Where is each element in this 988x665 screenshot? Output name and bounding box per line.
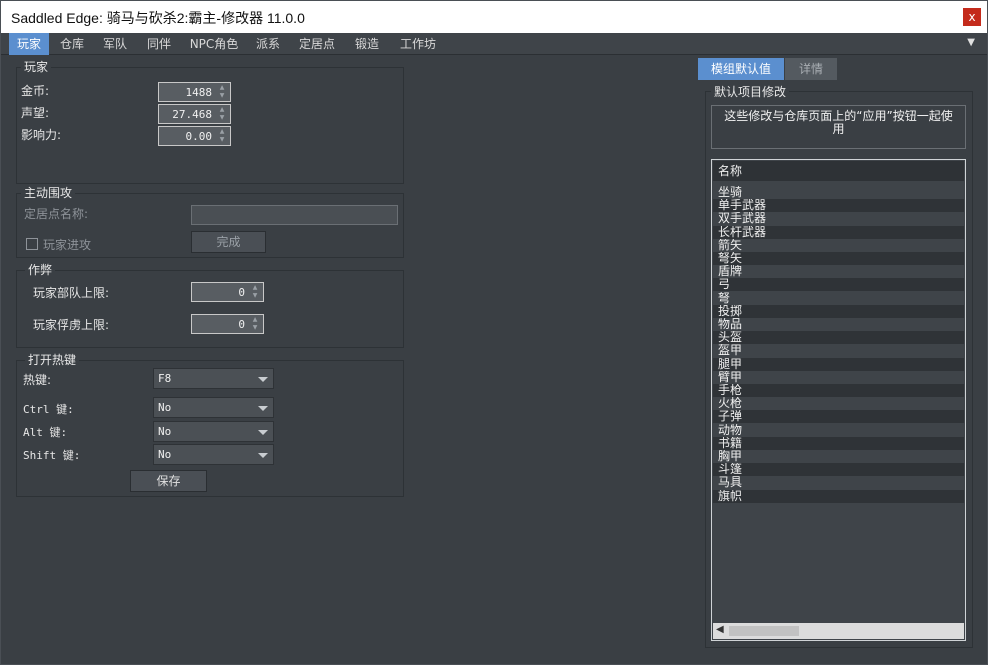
list-item[interactable]: 盔甲 [713,344,964,357]
list-item[interactable]: 箭矢 [713,239,964,252]
list-item[interactable]: 斗篷 [713,463,964,477]
player-attack-checkbox[interactable] [26,238,38,250]
list-item[interactable]: 臂甲 [713,371,964,384]
list-item[interactable]: 马具 [713,476,964,489]
renown-stepper-arrows-icon[interactable]: ▲ ▼ [216,106,228,122]
tab-companions[interactable]: 同伴 [140,33,178,55]
list-header-name[interactable]: 名称 [713,161,964,181]
gold-value: 1488 [185,86,213,99]
horizontal-scrollbar[interactable]: ◀ [713,623,964,639]
influence-stepper[interactable]: 0.00 ▲ ▼ [158,126,231,146]
alt-key-label: Alt 键: [23,426,68,439]
chevron-down-icon [258,377,268,382]
gold-stepper[interactable]: 1488 ▲ ▼ [158,82,231,102]
list-item[interactable]: 弩矢 [713,252,964,265]
gold-label: 金币: [21,84,50,98]
player-group-title: 玩家 [21,58,52,75]
list-item[interactable]: 盾牌 [713,265,964,278]
prisoner-limit-stepper[interactable]: 0 ▲ ▼ [191,314,264,334]
influence-stepper-arrows-icon[interactable]: ▲ ▼ [216,128,228,144]
scroll-thumb[interactable] [729,626,799,636]
prisoner-limit-stepper-arrows-icon[interactable]: ▲ ▼ [249,316,261,332]
shift-key-label: Shift 键: [23,449,81,462]
settlement-name-field[interactable] [191,205,398,225]
gold-stepper-arrows-icon[interactable]: ▲ ▼ [216,84,228,100]
done-button[interactable]: 完成 [191,231,266,253]
tab-warehouse[interactable]: 仓库 [53,33,91,55]
items-listbox[interactable]: 名称 坐骑 单手武器 双手武器 长杆武器 箭矢 弩矢 盾牌弓弩投掷 物品 头盔 盔甲 腿甲 臂甲 手枪火… [711,159,966,641]
list-item[interactable]: 书籍 [713,436,964,450]
apply-note-line2: 用 [832,122,845,136]
tab-details[interactable]: 详情 [785,58,837,80]
list-item[interactable]: 动物 [713,424,964,437]
list-item[interactable]: 弩 [713,292,964,305]
alt-key-select[interactable]: No [153,421,274,442]
siege-group-title: 主动围攻 [21,184,76,201]
hotkey-group-title: 打开热键 [25,351,80,368]
alt-key-select-value: No [158,425,172,438]
scroll-left-icon[interactable]: ◀ [716,624,724,635]
list-item[interactable]: 双手武器 [713,212,964,225]
hotkey-select[interactable]: F8 [153,368,274,389]
main-window: Saddled Edge: 骑马与砍杀2:霸主-修改器 11.0.0 x 玩家 … [0,0,988,665]
tab-npc[interactable]: NPC角色 [185,33,243,55]
ctrl-key-select-value: No [158,401,172,414]
list-item[interactable]: 弓 [713,278,964,292]
list-item[interactable]: 头盔 [713,331,964,345]
list-item[interactable]: 手枪 [713,384,964,397]
influence-value: 0.00 [185,130,213,143]
party-limit-stepper[interactable]: 0 ▲ ▼ [191,282,264,302]
list-item[interactable]: 投掷 [713,304,964,318]
renown-stepper[interactable]: 27.468 ▲ ▼ [158,104,231,124]
tab-bar: 玩家 仓库 军队 同伴 NPC角色 派系 定居点 锻造 工作坊 ▼ [1,33,987,55]
player-attack-label: 玩家进攻 [43,238,92,252]
list-item[interactable]: 腿甲 [713,357,964,371]
window-title: Saddled Edge: 骑马与砍杀2:霸主-修改器 11.0.0 [11,10,305,26]
renown-value: 27.468 [172,108,212,121]
list-item[interactable]: 长杆武器 [713,225,964,239]
tab-settlements[interactable]: 定居点 [293,33,341,55]
shift-key-select[interactable]: No [153,444,274,465]
apply-note-box: 这些修改与仓库页面上的“应用”按钮一起使 用 [711,105,966,149]
party-limit-stepper-arrows-icon[interactable]: ▲ ▼ [249,284,261,300]
tab-dropdown-icon[interactable]: ▼ [967,37,975,48]
title-bar: Saddled Edge: 骑马与砍杀2:霸主-修改器 11.0.0 x [1,1,987,33]
apply-note-text: 这些修改与仓库页面上的“应用”按钮一起使 用 [712,110,965,136]
default-items-title: 默认项目修改 [711,83,790,100]
chevron-down-icon [258,406,268,411]
save-button[interactable]: 保存 [130,470,207,492]
list-item[interactable]: 火枪 [713,397,964,410]
list-item[interactable]: 旗帜 [713,489,964,503]
tab-smithing[interactable]: 锻造 [348,33,386,55]
cheats-group-title: 作弊 [25,261,56,278]
settlement-name-label: 定居点名称: [24,207,89,221]
shift-key-select-value: No [158,448,172,461]
ctrl-key-select[interactable]: No [153,397,274,418]
renown-label: 声望: [21,106,50,120]
ctrl-key-label: Ctrl 键: [23,403,74,416]
tab-player[interactable]: 玩家 [9,33,49,55]
prisoner-limit-label: 玩家俘虏上限: [33,318,110,332]
chevron-down-icon [258,453,268,458]
prisoner-limit-value: 0 [238,318,245,331]
tab-workshop[interactable]: 工作坊 [393,33,443,55]
list-item[interactable]: 单手武器 [713,199,964,213]
hotkey-select-value: F8 [158,372,172,385]
tab-factions[interactable]: 派系 [249,33,287,55]
tab-mod-defaults[interactable]: 模组默认值 [698,58,784,80]
party-limit-label: 玩家部队上限: [33,286,110,300]
close-button[interactable]: x [963,8,981,26]
hotkey-label: 热键: [23,373,52,387]
list-item[interactable]: 物品 [713,318,964,331]
list-item[interactable]: 胸甲 [713,450,964,463]
tab-army[interactable]: 军队 [96,33,134,55]
chevron-down-icon [258,430,268,435]
list-item[interactable]: 坐骑 [713,186,964,199]
list-item[interactable]: 子弹 [713,410,964,424]
influence-label: 影响力: [21,128,62,142]
party-limit-value: 0 [238,286,245,299]
